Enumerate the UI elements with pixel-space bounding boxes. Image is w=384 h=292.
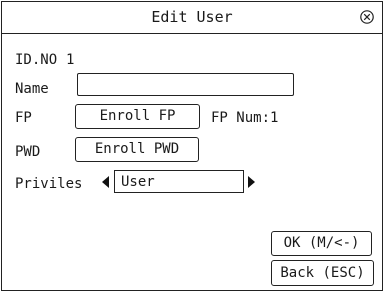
title-bar: Edit User xyxy=(2,2,382,34)
privilege-select[interactable]: User xyxy=(114,170,244,193)
triangle-left-icon[interactable] xyxy=(102,176,110,188)
ok-button[interactable]: OK (M/<-) xyxy=(271,231,372,256)
name-label: Name xyxy=(15,81,49,97)
privilege-label: Privilеs xyxy=(15,176,83,192)
close-icon[interactable] xyxy=(360,10,374,24)
id-value: 1 xyxy=(66,52,75,68)
fp-num-text: FP Num:1 xyxy=(211,110,279,126)
id-label: ID.NO xyxy=(15,52,58,68)
enroll-pwd-button[interactable]: Enroll PWD xyxy=(75,137,199,162)
privilege-value: User xyxy=(121,174,155,190)
back-button[interactable]: Back (ESC) xyxy=(271,260,374,286)
triangle-right-icon[interactable] xyxy=(248,176,256,188)
dialog-title: Edit User xyxy=(151,8,233,26)
enroll-fp-button[interactable]: Enroll FP xyxy=(75,104,200,129)
edit-user-dialog: Edit User ID.NO 1 Name FP Enroll FP FP N… xyxy=(1,1,383,291)
pwd-label: PWD xyxy=(15,144,41,160)
name-input[interactable] xyxy=(77,73,294,96)
fp-label: FP xyxy=(15,110,32,126)
